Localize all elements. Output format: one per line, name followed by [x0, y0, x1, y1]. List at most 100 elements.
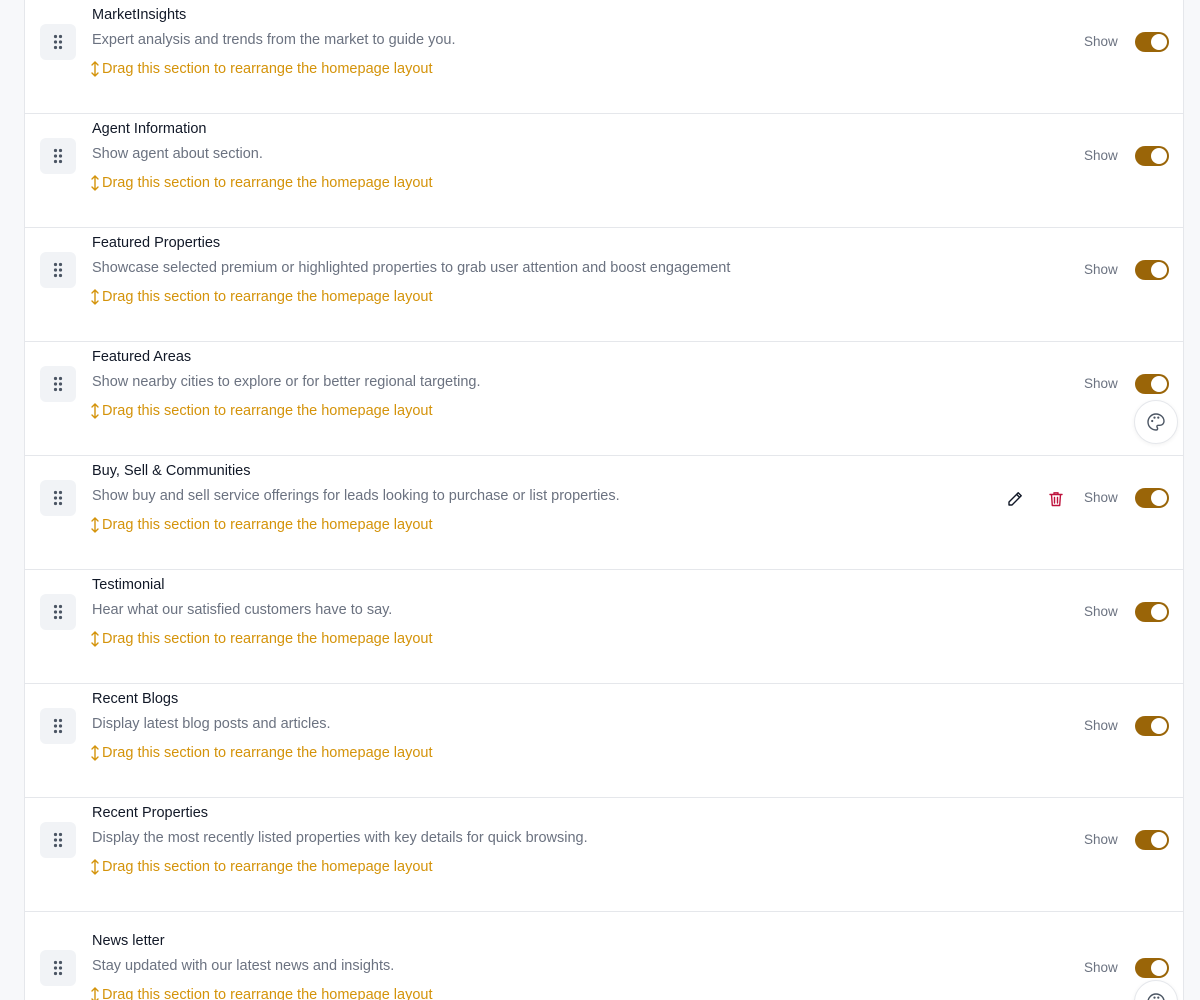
drag-handle[interactable]	[40, 24, 76, 60]
drag-handle[interactable]	[40, 366, 76, 402]
drag-hint-text: Drag this section to rearrange the homep…	[102, 987, 433, 1000]
drag-handle-icon	[53, 262, 63, 278]
drag-hint: Drag this section to rearrange the homep…	[91, 403, 432, 419]
section-row-buy-sell-communities: Buy, Sell & Communities Show buy and sel…	[25, 456, 1183, 570]
show-label: Show	[1084, 34, 1118, 49]
section-title: News letter	[92, 933, 165, 949]
palette-icon	[1147, 413, 1165, 431]
sections-panel: MarketInsights Expert analysis and trend…	[24, 0, 1184, 1000]
drag-hint: Drag this section to rearrange the homep…	[91, 631, 432, 647]
visibility-toggle[interactable]	[1135, 260, 1169, 280]
up-down-arrow-icon	[91, 987, 99, 1000]
section-title: Recent Properties	[92, 805, 209, 821]
trash-icon	[1049, 492, 1063, 507]
drag-handle[interactable]	[40, 138, 76, 174]
up-down-arrow-icon	[91, 403, 99, 419]
drag-hint: Drag this section to rearrange the homep…	[91, 61, 432, 77]
drag-hint-text: Drag this section to rearrange the homep…	[102, 61, 433, 77]
drag-handle-icon	[53, 148, 63, 164]
section-title: Agent Information	[92, 121, 207, 137]
drag-hint: Drag this section to rearrange the homep…	[91, 987, 432, 1000]
section-row-market-insights: MarketInsights Expert analysis and trend…	[25, 0, 1183, 114]
section-title: Buy, Sell & Communities	[92, 463, 251, 479]
section-row-featured-areas: Featured Areas Show nearby cities to exp…	[25, 342, 1183, 456]
up-down-arrow-icon	[91, 859, 99, 875]
toggle-knob	[1151, 718, 1167, 734]
section-row-newsletter: News letter Stay updated with our latest…	[25, 912, 1183, 1000]
drag-hint-text: Drag this section to rearrange the homep…	[102, 631, 433, 647]
toggle-knob	[1151, 376, 1167, 392]
theme-palette-button[interactable]	[1134, 400, 1178, 444]
section-title: Featured Areas	[92, 349, 192, 365]
palette-icon	[1147, 993, 1165, 1000]
visibility-toggle[interactable]	[1135, 958, 1169, 978]
drag-hint-text: Drag this section to rearrange the homep…	[102, 175, 433, 191]
up-down-arrow-icon	[91, 289, 99, 305]
section-description: Showcase selected premium or highlighted…	[92, 260, 731, 276]
toggle-knob	[1151, 604, 1167, 620]
visibility-toggle[interactable]	[1135, 602, 1169, 622]
visibility-toggle[interactable]	[1135, 830, 1169, 850]
drag-hint-text: Drag this section to rearrange the homep…	[102, 403, 433, 419]
up-down-arrow-icon	[91, 517, 99, 533]
section-title: MarketInsights	[92, 7, 187, 23]
section-row-recent-properties: Recent Properties Display the most recen…	[25, 798, 1183, 912]
toggle-knob	[1151, 34, 1167, 50]
drag-handle-icon	[53, 718, 63, 734]
visibility-toggle[interactable]	[1135, 488, 1169, 508]
drag-handle[interactable]	[40, 822, 76, 858]
section-row-agent-information: Agent Information Show agent about secti…	[25, 114, 1183, 228]
up-down-arrow-icon	[91, 175, 99, 191]
section-row-recent-blogs: Recent Blogs Display latest blog posts a…	[25, 684, 1183, 798]
toggle-knob	[1151, 262, 1167, 278]
drag-hint: Drag this section to rearrange the homep…	[91, 175, 432, 191]
section-title: Recent Blogs	[92, 691, 179, 707]
drag-hint: Drag this section to rearrange the homep…	[91, 859, 432, 875]
edit-button[interactable]	[1005, 489, 1025, 509]
up-down-arrow-icon	[91, 745, 99, 761]
drag-hint: Drag this section to rearrange the homep…	[91, 517, 432, 533]
drag-handle[interactable]	[40, 480, 76, 516]
delete-button[interactable]	[1046, 489, 1066, 509]
show-label: Show	[1084, 832, 1118, 847]
section-description: Display the most recently listed propert…	[92, 830, 588, 846]
drag-hint-text: Drag this section to rearrange the homep…	[102, 859, 433, 875]
show-label: Show	[1084, 148, 1118, 163]
section-description: Show nearby cities to explore or for bet…	[92, 374, 481, 390]
up-down-arrow-icon	[91, 61, 99, 77]
section-title: Testimonial	[92, 577, 165, 593]
homepage-sections-page: MarketInsights Expert analysis and trend…	[0, 0, 1200, 1000]
drag-handle[interactable]	[40, 950, 76, 986]
drag-hint-text: Drag this section to rearrange the homep…	[102, 745, 433, 761]
drag-handle-icon	[53, 604, 63, 620]
show-label: Show	[1084, 262, 1118, 277]
drag-handle-icon	[53, 960, 63, 976]
toggle-knob	[1151, 490, 1167, 506]
toggle-knob	[1151, 960, 1167, 976]
section-row-testimonial: Testimonial Hear what our satisfied cust…	[25, 570, 1183, 684]
visibility-toggle[interactable]	[1135, 374, 1169, 394]
drag-handle-icon	[53, 34, 63, 50]
drag-handle-icon	[53, 832, 63, 848]
show-label: Show	[1084, 960, 1118, 975]
toggle-knob	[1151, 832, 1167, 848]
show-label: Show	[1084, 376, 1118, 391]
visibility-toggle[interactable]	[1135, 146, 1169, 166]
drag-handle[interactable]	[40, 594, 76, 630]
section-description: Show agent about section.	[92, 146, 263, 162]
drag-hint: Drag this section to rearrange the homep…	[91, 745, 432, 761]
visibility-toggle[interactable]	[1135, 32, 1169, 52]
show-label: Show	[1084, 490, 1118, 505]
visibility-toggle[interactable]	[1135, 716, 1169, 736]
drag-handle[interactable]	[40, 708, 76, 744]
drag-handle-icon	[53, 490, 63, 506]
section-title: Featured Properties	[92, 235, 221, 251]
toggle-knob	[1151, 148, 1167, 164]
section-description: Expert analysis and trends from the mark…	[92, 32, 456, 48]
up-down-arrow-icon	[91, 631, 99, 647]
drag-hint-text: Drag this section to rearrange the homep…	[102, 289, 433, 305]
drag-handle-icon	[53, 376, 63, 392]
section-description: Hear what our satisfied customers have t…	[92, 602, 393, 618]
show-label: Show	[1084, 718, 1118, 733]
drag-handle[interactable]	[40, 252, 76, 288]
